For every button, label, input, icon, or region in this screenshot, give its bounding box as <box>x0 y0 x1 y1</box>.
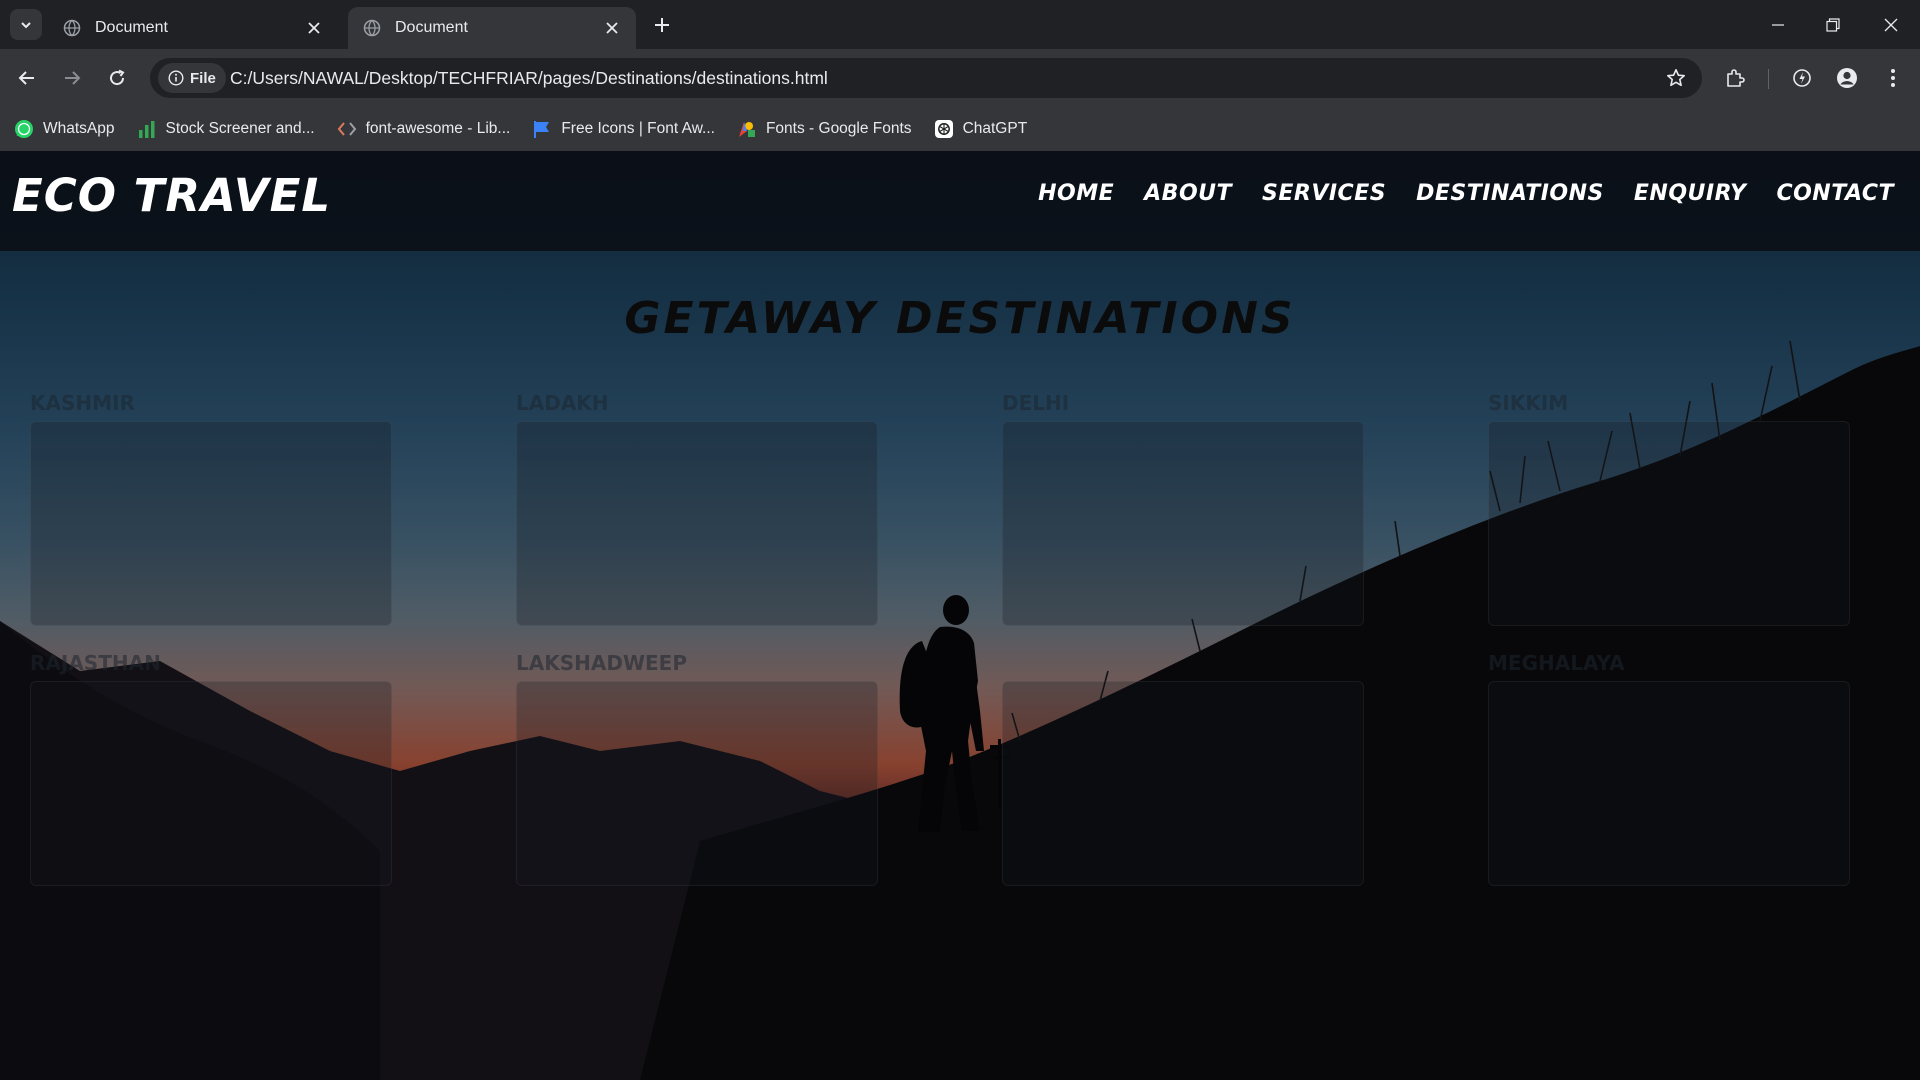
destination-card-lakshadweep[interactable]: LAKSHADWEEP <box>516 651 878 886</box>
site-header: ECO TRAVEL HOME ABOUT SERVICES DESTINATI… <box>0 151 1920 251</box>
destination-image <box>30 681 392 886</box>
globe-icon <box>362 19 381 38</box>
bookmark-label: font-awesome - Lib... <box>365 120 511 137</box>
destination-name: DELHI <box>1002 391 1070 415</box>
chatgpt-icon <box>934 119 954 139</box>
star-icon <box>1667 69 1685 87</box>
web-page: KASHMIR LADAKH DELHI SIKKIM RAJASTHAN LA… <box>0 151 1920 1080</box>
arrow-right-icon <box>65 71 81 85</box>
tab-title: Document <box>395 19 468 36</box>
google-fonts-icon <box>737 119 757 139</box>
new-tab-button[interactable] <box>650 13 674 37</box>
address-bar[interactable]: File C:/Users/NAWAL/Desktop/TECHFRIAR/pa… <box>150 58 1702 98</box>
nav-enquiry[interactable]: ENQUIRY <box>1634 181 1747 206</box>
bookmark-star-button[interactable] <box>1664 66 1688 90</box>
destination-name: MEGHALAYA <box>1488 651 1625 675</box>
nav-about[interactable]: ABOUT <box>1144 181 1232 206</box>
main-nav: HOME ABOUT SERVICES DESTINATIONS ENQUIRY… <box>1008 181 1894 206</box>
destination-card-ladakh[interactable]: LADAKH <box>516 391 878 626</box>
destination-image <box>1002 421 1364 626</box>
destination-card-sikkim[interactable]: SIKKIM <box>1488 391 1850 626</box>
kebab-menu-icon <box>1891 69 1895 87</box>
restore-button[interactable] <box>1818 10 1848 40</box>
bookmark-whatsapp[interactable]: WhatsApp <box>14 119 115 139</box>
destination-name: SIKKIM <box>1488 391 1569 415</box>
destination-card-kashmir[interactable]: KASHMIR <box>30 391 392 626</box>
forward-button[interactable] <box>55 61 89 95</box>
flag-icon <box>532 119 552 139</box>
tab-document-2[interactable]: Document <box>348 7 636 49</box>
tab-document-1[interactable]: Document <box>48 7 338 49</box>
globe-icon <box>62 19 81 38</box>
bar-chart-icon <box>137 119 157 139</box>
bookmark-font-awesome-icons[interactable]: Free Icons | Font Aw... <box>532 119 715 139</box>
nav-destinations[interactable]: DESTINATIONS <box>1416 181 1604 206</box>
destination-card-7[interactable] <box>1002 651 1364 886</box>
avatar-icon <box>1837 68 1857 88</box>
nav-services[interactable]: SERVICES <box>1262 181 1386 206</box>
close-icon[interactable] <box>304 18 324 38</box>
performance-button[interactable] <box>1785 61 1819 95</box>
extensions-button[interactable] <box>1718 61 1752 95</box>
url-text[interactable]: C:/Users/NAWAL/Desktop/TECHFRIAR/pages/D… <box>230 68 828 89</box>
chevron-down-icon <box>21 21 31 28</box>
bookmark-stock-screener[interactable]: Stock Screener and... <box>137 119 315 139</box>
back-button[interactable] <box>10 61 44 95</box>
destination-name: LADAKH <box>516 391 609 415</box>
plus-icon <box>655 18 669 32</box>
menu-button[interactable] <box>1876 61 1910 95</box>
destination-name: LAKSHADWEEP <box>516 651 687 675</box>
destination-card-delhi[interactable]: DELHI <box>1002 391 1364 626</box>
browser-toolbar: File C:/Users/NAWAL/Desktop/TECHFRIAR/pa… <box>0 49 1920 107</box>
arrow-left-icon <box>18 71 34 85</box>
puzzle-icon <box>1727 69 1745 87</box>
site-logo[interactable]: ECO TRAVEL <box>12 169 331 222</box>
close-window-button[interactable] <box>1876 10 1906 40</box>
nav-contact[interactable]: CONTACT <box>1776 181 1894 206</box>
destination-card-rajasthan[interactable]: RAJASTHAN <box>30 651 392 886</box>
destination-image <box>1488 421 1850 626</box>
destination-name: KASHMIR <box>30 391 135 415</box>
site-info-chip[interactable]: File <box>158 63 226 93</box>
speedometer-icon <box>1793 69 1811 87</box>
info-icon <box>168 70 184 86</box>
destination-image <box>1002 681 1364 886</box>
destination-name: RAJASTHAN <box>30 651 161 675</box>
destination-image <box>516 421 878 626</box>
nav-home[interactable]: HOME <box>1038 181 1114 206</box>
tab-search-button[interactable] <box>10 9 42 40</box>
tab-title: Document <box>95 19 168 36</box>
destination-image <box>1488 681 1850 886</box>
bookmark-label: Free Icons | Font Aw... <box>561 120 715 137</box>
close-icon <box>1884 18 1898 32</box>
page-title: GETAWAY DESTINATIONS <box>624 293 1296 344</box>
bookmark-label: Stock Screener and... <box>165 120 315 137</box>
destination-name <box>1002 651 1364 681</box>
destination-image <box>30 421 392 626</box>
reload-icon <box>110 69 125 86</box>
destination-image <box>516 681 878 886</box>
minimize-button[interactable] <box>1763 10 1793 40</box>
destination-card-meghalaya[interactable]: MEGHALAYA <box>1488 651 1850 886</box>
bookmarks-bar: WhatsApp Stock Screener and... font-awes… <box>0 107 1920 151</box>
bookmark-google-fonts[interactable]: Fonts - Google Fonts <box>737 119 912 139</box>
restore-icon <box>1826 18 1840 32</box>
toolbar-divider <box>1768 69 1769 89</box>
close-icon[interactable] <box>602 18 622 38</box>
browser-tab-strip: Document Document <box>0 0 1920 49</box>
bookmark-chatgpt[interactable]: ChatGPT <box>934 119 1028 139</box>
whatsapp-icon <box>14 119 34 139</box>
bookmark-label: ChatGPT <box>962 120 1028 137</box>
bookmark-label: Fonts - Google Fonts <box>765 120 912 137</box>
scheme-label: File <box>190 69 216 87</box>
code-icon <box>337 119 357 139</box>
reload-button[interactable] <box>100 61 134 95</box>
profile-button[interactable] <box>1830 61 1864 95</box>
bookmark-font-awesome-lib[interactable]: font-awesome - Lib... <box>337 119 511 139</box>
minimize-icon <box>1772 24 1784 26</box>
bookmark-label: WhatsApp <box>43 120 115 137</box>
